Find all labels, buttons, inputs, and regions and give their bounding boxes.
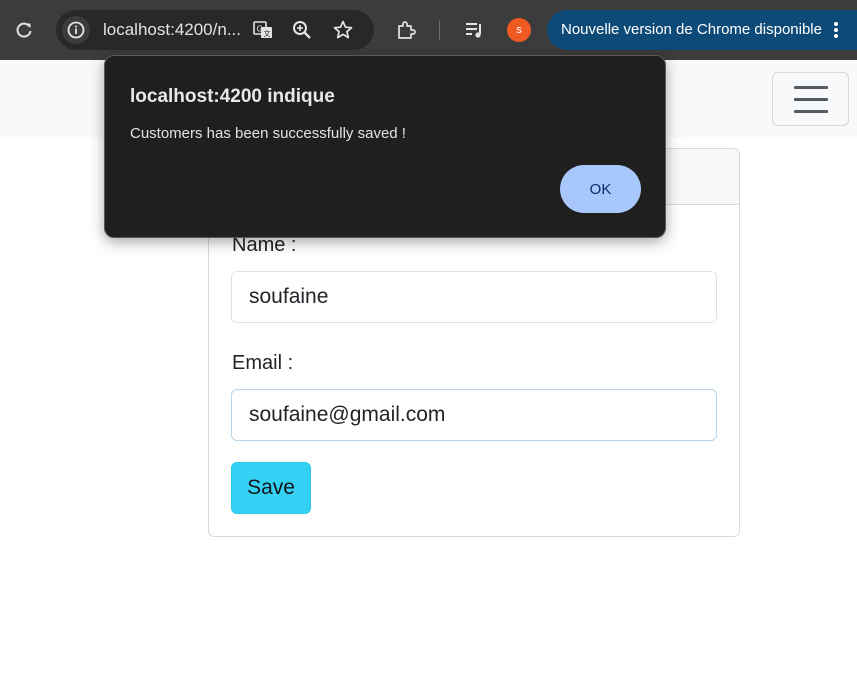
zoom-icon[interactable] xyxy=(288,16,316,44)
profile-avatar[interactable]: s xyxy=(507,18,531,42)
reload-icon[interactable] xyxy=(8,14,40,46)
ok-button[interactable]: OK xyxy=(560,165,641,213)
update-banner-text: Nouvelle version de Chrome disponible xyxy=(561,21,822,38)
browser-toolbar: localhost:4200/n... G文 s Nouvelle versio… xyxy=(0,0,857,60)
address-bar[interactable]: localhost:4200/n... G文 xyxy=(56,10,374,50)
save-button[interactable]: Save xyxy=(231,462,311,514)
extensions-icon[interactable] xyxy=(390,14,422,46)
email-label: Email : xyxy=(232,352,294,374)
chrome-update-button[interactable]: Nouvelle version de Chrome disponible xyxy=(547,10,857,50)
dialog-title: localhost:4200 indique xyxy=(130,86,335,107)
bookmark-star-icon[interactable] xyxy=(329,16,357,44)
url-text[interactable]: localhost:4200/n... xyxy=(103,10,253,50)
svg-text:文: 文 xyxy=(264,29,271,38)
toolbar-separator xyxy=(439,20,440,40)
email-input[interactable] xyxy=(231,389,717,441)
name-input[interactable] xyxy=(231,271,717,323)
dialog-message: Customers has been successfully saved ! xyxy=(130,125,406,142)
navbar-toggler-button[interactable] xyxy=(772,72,849,126)
svg-text:G: G xyxy=(257,25,263,34)
site-info-icon[interactable] xyxy=(62,16,90,44)
translate-icon[interactable]: G文 xyxy=(249,16,277,44)
more-menu-icon[interactable] xyxy=(831,20,841,40)
alert-dialog: localhost:4200 indique Customers has bee… xyxy=(104,55,666,238)
media-controls-icon[interactable] xyxy=(458,14,490,46)
